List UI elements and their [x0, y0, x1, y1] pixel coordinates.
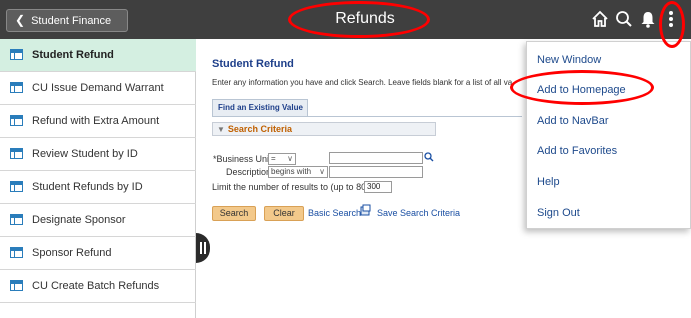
lookup-search-icon[interactable]: [424, 152, 434, 162]
annotation-oval-title: [288, 1, 430, 38]
sidebar-item-designate-sponsor[interactable]: Designate Sponsor: [0, 204, 196, 237]
page-icon: [10, 148, 23, 159]
triangle-down-icon: ▼: [217, 125, 225, 134]
home-icon[interactable]: [590, 9, 610, 29]
sidebar-item-review-student-by-id[interactable]: Review Student by ID: [0, 138, 196, 171]
back-button[interactable]: ❮ Student Finance: [6, 9, 128, 32]
search-criteria-header[interactable]: ▼ Search Criteria: [212, 122, 436, 136]
annotation-oval-add-to-homepage: [510, 70, 654, 105]
sidebar-item-student-refund[interactable]: Student Refund: [0, 39, 196, 72]
tab-divider: [212, 116, 522, 117]
chevron-left-icon: ❮: [15, 13, 26, 27]
chevron-down-icon: ∨: [287, 154, 293, 163]
page-icon: [10, 49, 23, 60]
sidebar-item-refund-extra-amount[interactable]: Refund with Extra Amount: [0, 105, 196, 138]
sidebar-item-student-refunds-by-id[interactable]: Student Refunds by ID: [0, 171, 196, 204]
sidebar-collapse-handle[interactable]: [196, 233, 210, 263]
menu-item-add-to-favorites[interactable]: Add to Favorites: [527, 136, 691, 167]
limit-label: Limit the number of results to (up to 80…: [212, 182, 377, 192]
sidebar-item-sponsor-refund[interactable]: Sponsor Refund: [0, 237, 196, 270]
page-icon: [10, 280, 23, 291]
description-label: Description: [226, 167, 272, 177]
basic-search-link[interactable]: Basic Search: [308, 208, 361, 218]
page-icon: [10, 181, 23, 192]
sidebar-item-label: Refund with Extra Amount: [32, 115, 160, 127]
back-button-label: Student Finance: [31, 15, 112, 27]
business-unit-operator-select[interactable]: = ∨: [268, 153, 296, 165]
bell-icon[interactable]: [638, 9, 658, 29]
sidebar-item-label: Student Refunds by ID: [32, 181, 143, 193]
search-button[interactable]: Search: [212, 206, 256, 221]
description-input[interactable]: [329, 166, 423, 178]
description-operator-value: begins with: [271, 167, 312, 176]
content-title: Student Refund: [212, 58, 294, 70]
tab-find-existing-value[interactable]: Find an Existing Value: [212, 99, 308, 116]
description-operator-select[interactable]: begins with ∨: [268, 166, 328, 178]
limit-input[interactable]: 300: [364, 181, 392, 193]
sidebar-item-label: Designate Sponsor: [32, 214, 126, 226]
business-unit-input[interactable]: [329, 152, 423, 164]
save-search-criteria-link[interactable]: Save Search Criteria: [377, 208, 460, 218]
chevron-down-icon: ∨: [319, 167, 325, 176]
save-criteria-icon[interactable]: [360, 204, 371, 216]
search-icon[interactable]: [614, 9, 634, 29]
sidebar-item-label: Sponsor Refund: [32, 247, 112, 259]
menu-item-help[interactable]: Help: [527, 167, 691, 198]
annotation-oval-menu-button: [659, 1, 685, 48]
clear-button[interactable]: Clear: [264, 206, 304, 221]
app-window: ❮Student Finance Refunds Student Refund: [0, 0, 691, 318]
instructions-text: Enter any information you have and click…: [212, 78, 512, 87]
menu-item-add-to-navbar[interactable]: Add to NavBar: [527, 106, 691, 137]
sidebar-item-cu-create-batch-refunds[interactable]: CU Create Batch Refunds: [0, 270, 196, 303]
sidebar-item-cu-issue-demand-warrant[interactable]: CU Issue Demand Warrant: [0, 72, 196, 105]
sidebar-item-label: Review Student by ID: [32, 148, 138, 160]
sidebar-item-label: CU Issue Demand Warrant: [32, 82, 164, 94]
business-unit-label: *Business Unit: [213, 154, 272, 164]
search-criteria-title: Search Criteria: [227, 124, 292, 134]
business-unit-operator-value: =: [271, 154, 276, 163]
sidebar-item-label: Student Refund: [32, 49, 114, 61]
page-icon: [10, 115, 23, 126]
sidebar-item-label: CU Create Batch Refunds: [32, 280, 160, 292]
menu-item-sign-out[interactable]: Sign Out: [527, 198, 691, 229]
actions-menu: New Window Add to Homepage Add to NavBar…: [526, 41, 691, 229]
sidebar: Student Refund CU Issue Demand Warrant R…: [0, 39, 196, 318]
page-icon: [10, 82, 23, 93]
page-icon: [10, 247, 23, 258]
page-icon: [10, 214, 23, 225]
